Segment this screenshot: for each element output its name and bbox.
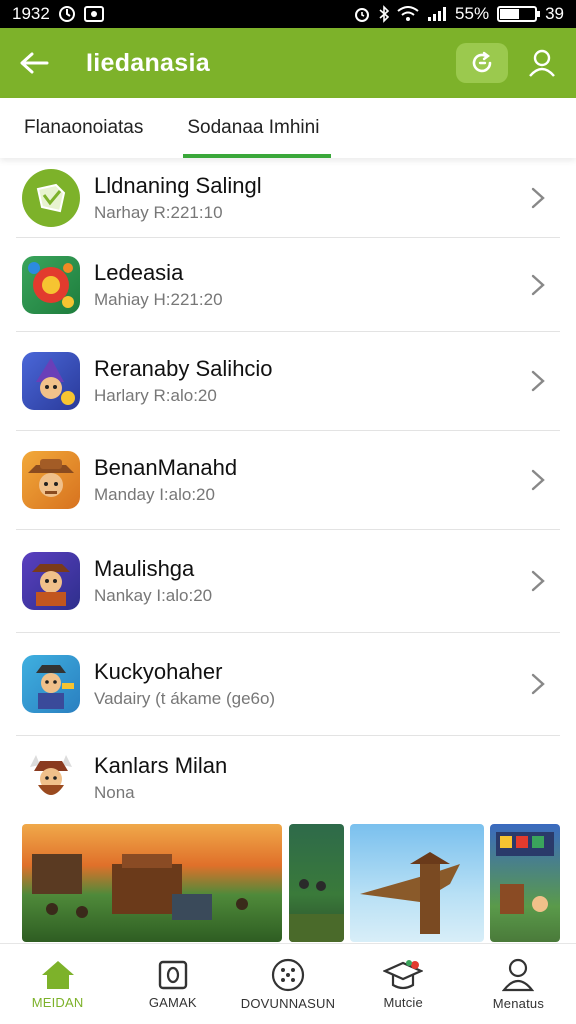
signal-icon [427, 6, 447, 22]
status-extra: 39 [545, 4, 564, 23]
game-icon-warrior [22, 552, 80, 610]
tab-bar: Flanaonoiatas Sodanaa Imhini [0, 98, 576, 158]
nav-label: DOVUNNASUN [240, 995, 336, 1011]
person-icon [529, 49, 555, 77]
app-bar: Iiedanasia [0, 28, 576, 98]
nav-downloads[interactable]: DOVUNNASUN [230, 944, 345, 1024]
item-text: BenanManahd Manday I:alo:20 [94, 454, 524, 506]
item-subtitle: Vadairy (t ákame (ge6o) [94, 689, 276, 708]
bottom-nav: MEIDAN GAMAK DOVUNNASUN Mutcie Menatus [0, 943, 576, 1024]
nav-label: GAMAK [148, 994, 197, 1010]
item-text: Lldnaning Salingl Narhay R:221:10 [94, 172, 524, 224]
graduation-cap-icon [383, 959, 424, 989]
item-text: Kanlars Milan Nona [94, 752, 560, 804]
screenshot-3[interactable] [350, 824, 484, 942]
arrow-left-icon [20, 52, 49, 74]
battery-icon [497, 6, 541, 22]
screenshot-strip[interactable] [6, 824, 576, 942]
list-item[interactable]: Kanlars Milan Nona [16, 736, 560, 820]
back-button[interactable] [14, 43, 54, 83]
chevron-right-icon [524, 184, 552, 212]
alarm-icon [353, 5, 371, 23]
game-list: Lldnaning Salingl Narhay R:221:10 Ledeas… [0, 158, 576, 943]
dots-circle-icon [271, 958, 305, 991]
person-icon [502, 958, 535, 991]
item-title: Ledeasia [94, 259, 184, 285]
list-item[interactable]: Lldnaning Salingl Narhay R:221:10 [16, 158, 560, 238]
item-title: BenanManahd [94, 455, 238, 480]
item-title: Maulishga [94, 556, 195, 581]
battery-percent: 55% [455, 4, 490, 23]
item-subtitle: Narhay R:221:10 [94, 202, 223, 222]
item-title: Lldnaning Salingl [94, 172, 262, 198]
game-icon-fruit [22, 255, 80, 314]
list-item[interactable]: BenanManahd Manday I:alo:20 [16, 431, 560, 530]
item-subtitle: Harlary R:alo:20 [94, 386, 217, 405]
status-left: 1932 [12, 4, 104, 24]
nav-menu[interactable]: Menatus [461, 944, 576, 1024]
square-icon [158, 960, 187, 989]
app-actions [456, 43, 562, 83]
list-item[interactable]: Ledeasia Mahiay H:221:20 [16, 238, 560, 332]
item-subtitle: Manday I:alo:20 [94, 485, 215, 504]
tab-second[interactable]: Sodanaa Imhini [183, 98, 332, 158]
sync-icon [58, 5, 76, 23]
item-subtitle: Nankay I:alo:20 [94, 586, 213, 605]
screenshot-4[interactable] [490, 824, 560, 942]
profile-button[interactable] [522, 43, 562, 83]
item-title: Kuckyohaher [94, 659, 223, 684]
chevron-right-icon [524, 567, 552, 595]
chevron-right-icon [524, 367, 552, 395]
list-item[interactable]: Maulishga Nankay I:alo:20 [16, 530, 560, 633]
tab-first[interactable]: Flanaonoiatas [24, 98, 143, 158]
wifi-icon [397, 6, 419, 22]
app-title: Iiedanasia [86, 48, 210, 77]
game-icon-cowboy [22, 451, 80, 509]
screenshot-1[interactable] [22, 824, 282, 942]
item-title: Kanlars Milan [94, 753, 228, 778]
bluetooth-icon [379, 5, 390, 23]
refresh-button[interactable] [456, 43, 508, 83]
screenshot-2[interactable] [289, 824, 344, 942]
chevron-right-icon [524, 271, 552, 299]
game-icon-viking [22, 749, 80, 807]
item-text: Kuckyohaher Vadairy (t ákame (ge6o) [94, 658, 524, 710]
status-bar: 1932 55% 39 [0, 0, 576, 28]
game-icon-wizard [22, 352, 80, 410]
item-subtitle: Nona [94, 783, 135, 802]
refresh-icon [472, 51, 492, 73]
image-icon [83, 6, 104, 22]
chevron-right-icon [524, 466, 552, 494]
nav-mutcie[interactable]: Mutcie [346, 944, 461, 1024]
status-right: 55% 39 [353, 4, 564, 24]
nav-label: MEIDAN [31, 994, 84, 1010]
item-title: Reranaby Salihcio [94, 356, 273, 381]
item-text: Ledeasia Mahiay H:221:20 [94, 259, 524, 311]
list-item[interactable]: Kuckyohaher Vadairy (t ákame (ge6o) [16, 633, 560, 736]
shield-leaf-icon [22, 168, 80, 227]
nav-label: Mutcie [383, 994, 423, 1010]
chevron-right-icon [524, 670, 552, 698]
game-icon-builder [22, 655, 80, 713]
nav-label: Menatus [492, 995, 545, 1011]
item-text: Reranaby Salihcio Harlary R:alo:20 [94, 355, 524, 407]
nav-games[interactable]: GAMAK [115, 944, 230, 1024]
list-item[interactable]: Reranaby Salihcio Harlary R:alo:20 [16, 332, 560, 431]
nav-home[interactable]: MEIDAN [0, 944, 115, 1024]
home-icon [41, 960, 74, 989]
item-text: Maulishga Nankay I:alo:20 [94, 555, 524, 607]
item-subtitle: Mahiay H:221:20 [94, 289, 223, 309]
status-time: 1932 [12, 4, 50, 23]
